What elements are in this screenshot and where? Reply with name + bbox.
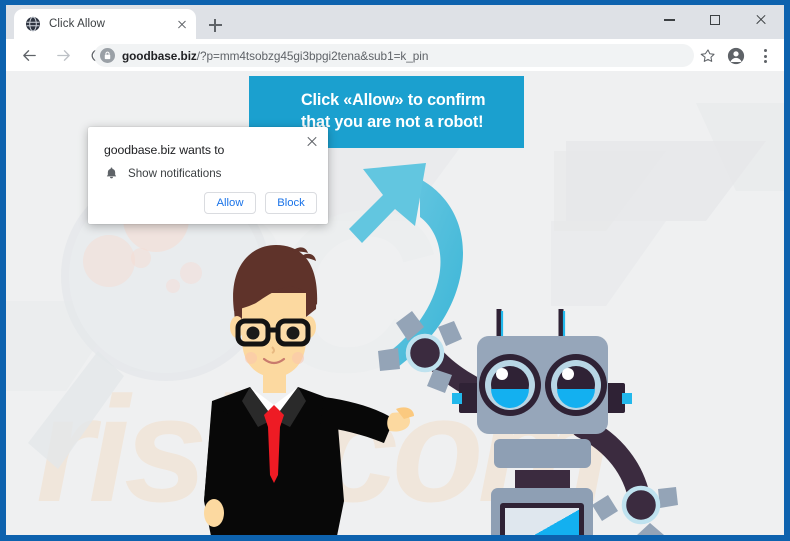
minimize-icon (664, 19, 675, 20)
maximize-icon (710, 15, 720, 25)
page-viewport: risk.com PC (6, 71, 784, 535)
back-button[interactable] (15, 41, 43, 69)
permission-label: Show notifications (128, 167, 221, 180)
minimize-button[interactable] (646, 5, 692, 35)
permission-dialog-title: goodbase.biz wants to (104, 143, 224, 157)
star-icon (700, 48, 716, 64)
back-arrow-icon (21, 47, 38, 64)
url-domain: goodbase.biz (122, 49, 197, 63)
profile-button[interactable] (723, 43, 749, 69)
close-dialog-icon[interactable] (302, 132, 322, 152)
block-button[interactable]: Block (265, 192, 317, 214)
profile-avatar-icon (727, 47, 745, 65)
tab-title: Click Allow (49, 18, 166, 30)
title-bar: Click Allow (6, 5, 784, 39)
browser-window: Click Allow (6, 5, 784, 535)
permission-request-row: Show notifications (104, 166, 221, 181)
close-tab-icon[interactable] (174, 16, 190, 32)
browser-tab[interactable]: Click Allow (14, 9, 196, 39)
banner-line-1: Click «Allow» to confirm (301, 90, 524, 112)
new-tab-icon[interactable] (203, 13, 227, 37)
globe-icon (25, 16, 41, 32)
lock-icon (100, 48, 115, 63)
bell-icon (104, 166, 119, 181)
address-bar[interactable]: goodbase.biz/?p=mm4tsobzg45gi3bpgi2tena&… (94, 44, 694, 67)
three-dot-menu-icon[interactable] (752, 43, 778, 69)
forward-arrow-icon (55, 47, 72, 64)
window-frame: Click Allow (0, 0, 790, 541)
banner-line-2: that you are not a robot! (301, 112, 524, 134)
url-path: /?p=mm4tsobzg45gi3bpgi2tena&sub1=k_pin (197, 49, 429, 63)
close-window-button[interactable] (738, 5, 784, 35)
bookmark-button[interactable] (695, 43, 721, 69)
notification-permission-dialog: goodbase.biz wants to Show notifications… (88, 127, 328, 224)
browser-toolbar: goodbase.biz/?p=mm4tsobzg45gi3bpgi2tena&… (6, 39, 784, 71)
allow-button[interactable]: Allow (204, 192, 256, 214)
close-icon (755, 14, 767, 26)
forward-button[interactable] (49, 41, 77, 69)
maximize-button[interactable] (692, 5, 738, 35)
permission-dialog-actions: Allow Block (204, 192, 317, 214)
url-text: goodbase.biz/?p=mm4tsobzg45gi3bpgi2tena&… (122, 49, 428, 63)
